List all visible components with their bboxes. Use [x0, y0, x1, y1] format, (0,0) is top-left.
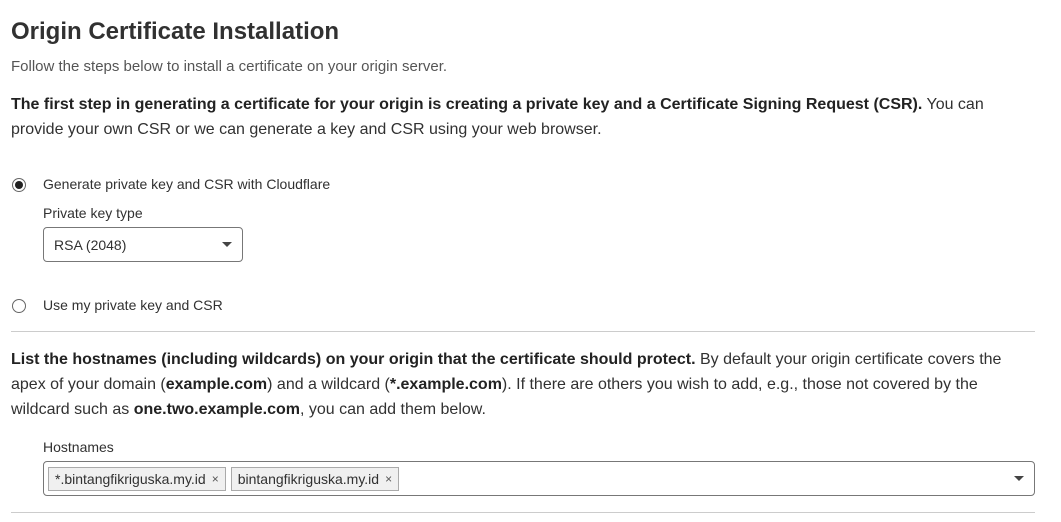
- key-type-label: Private key type: [43, 205, 143, 221]
- hostnames-input[interactable]: *.bintangfikriguska.my.id × bintangfikrig…: [43, 461, 1035, 496]
- remove-tag-icon[interactable]: ×: [212, 472, 219, 486]
- key-type-value: RSA (2048): [54, 236, 127, 253]
- radio-own-key-label[interactable]: Use my private key and CSR: [43, 297, 223, 313]
- hostname-tag-text: bintangfikriguska.my.id: [237, 470, 380, 487]
- hostname-tag: *.bintangfikriguska.my.id ×: [48, 466, 226, 491]
- radio-own-key[interactable]: [12, 299, 26, 313]
- hostname-tag-text: *.bintangfikriguska.my.id: [55, 470, 206, 487]
- page-title: Origin Certificate Installation: [11, 18, 340, 45]
- remove-tag-icon[interactable]: ×: [385, 472, 392, 486]
- key-type-select[interactable]: RSA (2048): [43, 227, 243, 262]
- divider: [11, 512, 1035, 513]
- chevron-down-icon: [222, 242, 232, 247]
- page-subtitle: Follow the steps below to install a cert…: [11, 58, 448, 75]
- radio-selected-dot: [15, 181, 23, 189]
- example-subdomain: one.two.example.com: [133, 401, 300, 418]
- step2-description: List the hostnames (including wildcards)…: [11, 347, 1036, 422]
- hostnames-label: Hostnames: [43, 439, 114, 455]
- chevron-down-icon[interactable]: [1014, 476, 1024, 481]
- divider: [11, 331, 1035, 332]
- radio-generate[interactable]: [12, 178, 26, 192]
- step1-bold: The first step in generating a certifica…: [11, 96, 923, 113]
- radio-generate-label[interactable]: Generate private key and CSR with Cloudf…: [43, 176, 330, 192]
- example-apex: example.com: [165, 376, 268, 393]
- step2-bold: List the hostnames (including wildcards)…: [11, 351, 696, 368]
- example-wildcard: *.example.com: [389, 376, 502, 393]
- step2-text: ) and a wildcard (: [267, 376, 390, 393]
- hostname-tag: bintangfikriguska.my.id ×: [230, 466, 400, 491]
- step2-text: , you can add them below.: [299, 401, 486, 418]
- step1-description: The first step in generating a certifica…: [11, 92, 1036, 142]
